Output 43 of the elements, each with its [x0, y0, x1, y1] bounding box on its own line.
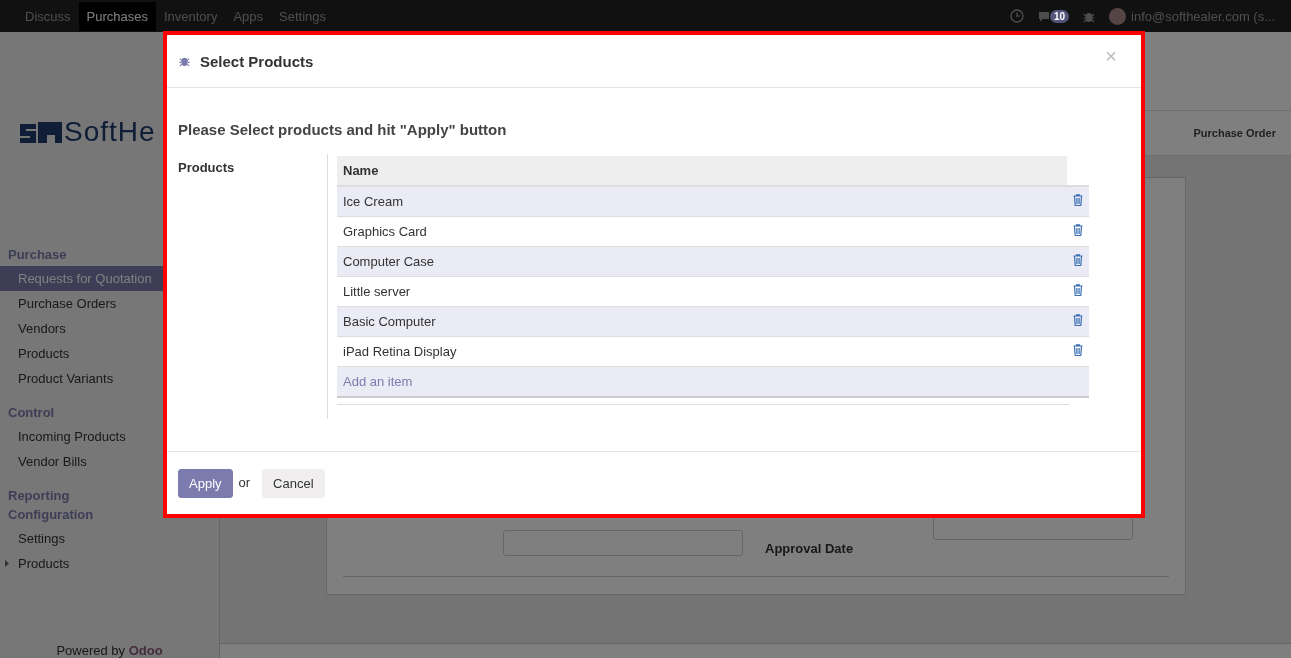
- instruction-text: Please Select products and hit "Apply" button: [178, 121, 508, 138]
- sidebar-item[interactable]: Products: [0, 551, 219, 576]
- menu-section-title: Reporting Configuration: [7, 487, 95, 524]
- chat-icon[interactable]: [1037, 10, 1050, 22]
- breadcrumb-item[interactable]: Purchase Order: [1193, 127, 1276, 139]
- trash-icon[interactable]: [1073, 254, 1083, 266]
- caret-icon[interactable]: [5, 560, 9, 567]
- sidebar-item[interactable]: Settings: [0, 526, 219, 551]
- table-cell: Basic Computer: [337, 306, 1067, 337]
- app-menu-item[interactable]: Settings: [271, 1, 335, 31]
- app-menu-item[interactable]: Discuss: [17, 1, 79, 31]
- trash-icon[interactable]: [1073, 194, 1083, 206]
- add-item-link[interactable]: Add an item: [337, 366, 1089, 397]
- user-name[interactable]: info@softhealer.com (s...: [1131, 8, 1275, 24]
- powered-by-text: Powered by Odoo: [55, 644, 164, 658]
- field-label: Approval Date: [764, 541, 855, 556]
- avatar-icon[interactable]: [1109, 7, 1126, 25]
- cancel-button[interactable]: Cancel: [262, 468, 325, 498]
- table-cell: Ice Cream: [337, 186, 1067, 217]
- table-cell: Graphics Card: [337, 216, 1067, 247]
- logo-mark-icon: [20, 120, 62, 144]
- field-label: Products: [178, 159, 236, 177]
- or-text: or: [238, 474, 251, 490]
- clock-icon[interactable]: [1009, 9, 1024, 23]
- apply-button[interactable]: Apply: [178, 468, 233, 498]
- column-header[interactable]: Name: [337, 156, 1067, 186]
- table-cell: Little server: [337, 276, 1067, 307]
- trash-icon[interactable]: [1073, 314, 1083, 326]
- trash-icon[interactable]: [1073, 344, 1083, 356]
- trash-icon[interactable]: [1073, 284, 1083, 296]
- select-field[interactable]: [503, 530, 743, 556]
- table-cell: Computer Case: [337, 246, 1067, 277]
- app-menu-item[interactable]: Inventory: [155, 1, 226, 31]
- dialog-title: Select Products: [200, 52, 314, 70]
- bug-icon: [179, 55, 190, 67]
- message-count-badge: 10: [1049, 9, 1069, 23]
- menu-section-title: Control: [7, 404, 56, 422]
- app-menu-item[interactable]: Apps: [225, 1, 272, 31]
- trash-icon[interactable]: [1073, 224, 1083, 236]
- menu-section-title: Purchase: [7, 246, 68, 264]
- app-menu-item[interactable]: Purchases: [78, 1, 156, 31]
- logo-text: SoftHe: [64, 116, 156, 148]
- table-cell: iPad Retina Display: [337, 336, 1067, 367]
